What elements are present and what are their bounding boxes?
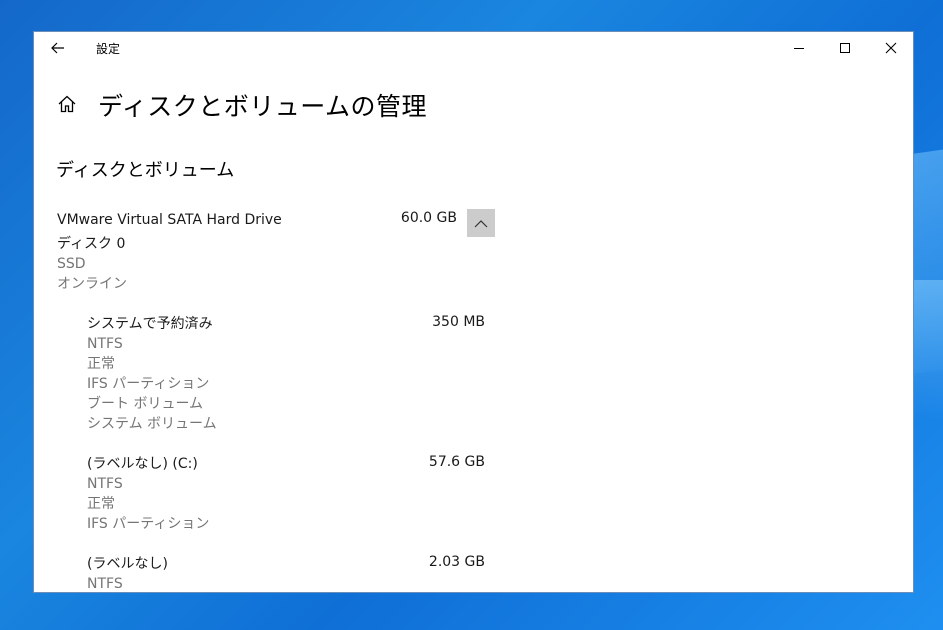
maximize-button[interactable] <box>822 32 868 64</box>
volume-filesystem: NTFS <box>87 476 123 492</box>
volume-partition-type: IFS パーティション <box>87 516 210 532</box>
title-bar[interactable]: 設定 <box>34 32 913 64</box>
minimize-icon <box>794 48 804 49</box>
volume-size: 350 MB <box>432 314 485 330</box>
volume-size: 57.6 GB <box>428 454 485 470</box>
chevron-up-icon <box>474 219 488 227</box>
volume-health: 正常 <box>87 356 115 372</box>
back-arrow-icon <box>51 42 64 54</box>
disk-type: SSD <box>57 256 86 272</box>
volume-system-flag: システム ボリューム <box>87 416 217 432</box>
disk-name: VMware Virtual SATA Hard Drive <box>57 212 282 228</box>
maximize-icon <box>840 43 850 53</box>
volume-filesystem: NTFS <box>87 336 123 352</box>
volume-size: 2.03 GB <box>428 554 485 570</box>
volume-name: システムで予約済み <box>87 316 213 332</box>
home-icon <box>58 95 76 113</box>
disk-size: 60.0 GB <box>400 210 457 226</box>
back-button[interactable] <box>46 37 70 59</box>
volume-filesystem: NTFS <box>87 576 123 592</box>
close-icon <box>885 42 897 54</box>
home-button[interactable] <box>56 93 78 115</box>
volume-name: (ラベルなし) (C:) <box>87 456 198 472</box>
disk-status: オンライン <box>57 276 127 292</box>
page-title: ディスクとボリュームの管理 <box>98 92 428 121</box>
settings-window: 設定 ディスクとボリュームの管理 ディスクとボリューム VMware Virtu… <box>33 31 914 593</box>
close-button[interactable] <box>868 32 913 64</box>
volume-partition-type: IFS パーティション <box>87 376 210 392</box>
volume-boot-flag: ブート ボリューム <box>87 396 204 412</box>
disk-id: ディスク 0 <box>57 236 126 252</box>
volume-health: 正常 <box>87 496 115 512</box>
window-title: 設定 <box>96 42 121 56</box>
minimize-button[interactable] <box>776 32 822 64</box>
section-title: ディスクとボリューム <box>56 160 235 181</box>
collapse-disk-button[interactable] <box>467 209 495 237</box>
volume-name: (ラベルなし) <box>87 556 168 572</box>
